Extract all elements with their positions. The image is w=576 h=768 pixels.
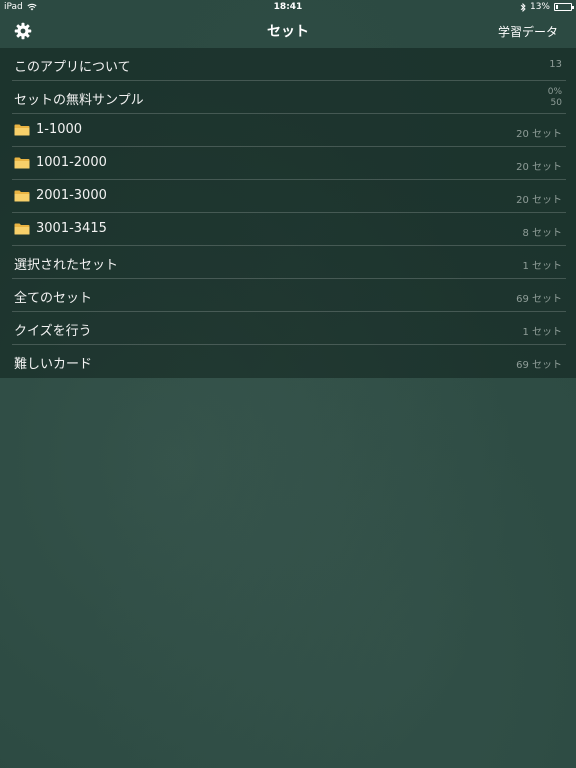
row-detail: 20 セット <box>516 195 562 206</box>
set-list: このアプリについて 13 セットの無料サンプル 0% 50 1-1000 20 … <box>0 48 576 378</box>
folder-icon <box>14 190 30 201</box>
row-label: クイズを行う <box>14 324 92 339</box>
row-detail: 0% 50 <box>548 87 562 109</box>
row-label: 3001-3415 <box>36 221 107 236</box>
list-item-all-sets[interactable]: 全てのセット 69 セット <box>0 279 576 312</box>
row-label: 1001-2000 <box>36 155 107 170</box>
list-item-difficult-cards[interactable]: 難しいカード 69 セット <box>0 345 576 378</box>
row-detail: 20 セット <box>516 162 562 173</box>
status-right: 13% <box>520 2 574 12</box>
folder-icon <box>14 223 30 234</box>
battery-percent: 13% <box>529 2 550 12</box>
list-item-about-app[interactable]: このアプリについて 13 <box>0 48 576 81</box>
row-label: 選択されたセット <box>14 258 119 273</box>
page-title: セット <box>267 24 309 40</box>
battery-icon <box>554 3 574 11</box>
list-item-folder-1001-2000[interactable]: 1001-2000 20 セット <box>0 147 576 180</box>
card-count: 50 <box>550 98 562 108</box>
row-label: 難しいカード <box>14 357 93 372</box>
list-item-free-sample[interactable]: セットの無料サンプル 0% 50 <box>0 81 576 114</box>
row-detail: 13 <box>549 59 562 70</box>
row-detail: 1 セット <box>522 261 562 272</box>
row-label: 全てのセット <box>14 291 93 306</box>
list-item-take-quiz[interactable]: クイズを行う 1 セット <box>0 312 576 345</box>
row-detail: 8 セット <box>522 228 562 239</box>
row-detail: 20 セット <box>516 129 562 140</box>
row-detail: 1 セット <box>522 327 562 338</box>
row-detail: 69 セット <box>516 360 562 371</box>
list-item-folder-2001-3000[interactable]: 2001-3000 20 セット <box>0 180 576 213</box>
folder-icon <box>14 124 30 135</box>
list-item-folder-1-1000[interactable]: 1-1000 20 セット <box>0 114 576 147</box>
row-label: このアプリについて <box>14 60 131 75</box>
folder-icon <box>14 157 30 168</box>
list-item-folder-3001-3415[interactable]: 3001-3415 8 セット <box>0 213 576 246</box>
row-label: 1-1000 <box>36 122 83 137</box>
study-data-button[interactable]: 学習データ <box>498 23 558 40</box>
progress-percent: 0% <box>547 87 562 97</box>
bluetooth-icon <box>520 2 526 12</box>
status-time: 18:41 <box>273 2 303 12</box>
list-item-selected-sets[interactable]: 選択されたセット 1 セット <box>0 246 576 279</box>
row-label: セットの無料サンプル <box>14 93 144 108</box>
battery-level <box>556 5 558 9</box>
row-label: 2001-3000 <box>36 188 107 203</box>
row-detail: 69 セット <box>516 294 562 305</box>
navigation-bar: セット 学習データ <box>0 16 576 48</box>
status-bar: iPad 18:41 13% <box>0 0 576 16</box>
